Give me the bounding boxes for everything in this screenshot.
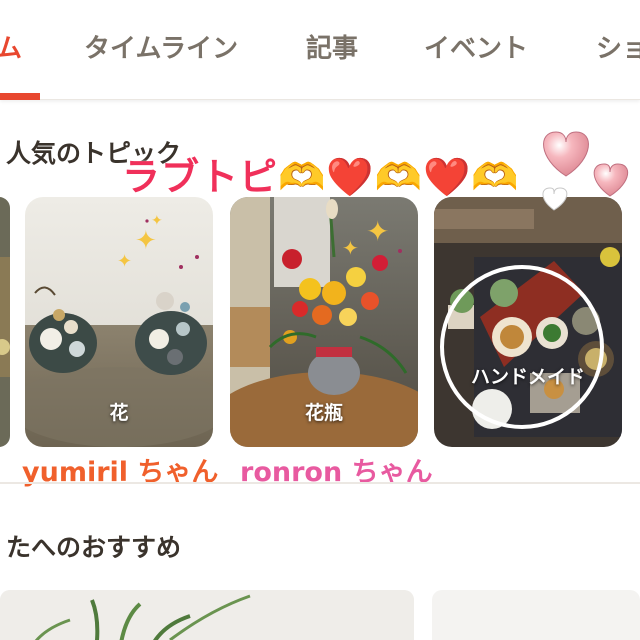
sparkle-icon: ✦: [135, 226, 157, 256]
tab-bar: ム タイムライン 記事 イベント ショ: [0, 0, 640, 100]
plant-photo: [0, 590, 414, 640]
tab-events[interactable]: イベント: [424, 28, 528, 74]
svg-text:✦: ✦: [117, 251, 132, 272]
app-screen: ム タイムライン 記事 イベント ショ 人気のトピック ✦ ✦ ✦ 花 ✦ ✦ …: [0, 0, 640, 640]
tab-timeline[interactable]: タイムライン: [84, 28, 238, 74]
tab-shop[interactable]: ショ: [596, 28, 640, 74]
topic-card-flower[interactable]: ✦ ✦ ✦ 花: [25, 197, 213, 447]
topic-label-handmade: ハンドメイド: [470, 366, 585, 388]
topic-card-partial-image: [0, 197, 10, 447]
topic-card-partial[interactable]: [0, 197, 10, 447]
recommend-heading: たへのおすすめ: [6, 533, 182, 562]
topic-label-flower: 花: [109, 402, 129, 424]
svg-text:✦: ✦: [151, 213, 163, 229]
active-tab-indicator: [0, 93, 40, 100]
topic-card-vase[interactable]: ✦ ✦ 花瓶: [230, 197, 418, 447]
topic-card-handmade[interactable]: ハンドメイド: [434, 197, 622, 447]
heart-stickers-icon: [542, 131, 628, 211]
love-topic-overlay-title: ラブトピ🫶❤️🫶❤️🫶: [122, 155, 520, 199]
tab-articles[interactable]: 記事: [306, 28, 358, 74]
topic-label-vase: 花瓶: [304, 402, 343, 424]
handmade-photo: [434, 197, 622, 447]
svg-text:✦: ✦: [366, 215, 389, 248]
section-divider: [0, 482, 640, 484]
recommend-card-1[interactable]: [0, 590, 414, 640]
tab-home[interactable]: ム: [0, 28, 22, 74]
recommend-card-2[interactable]: [432, 590, 640, 640]
svg-text:✦: ✦: [342, 236, 359, 260]
